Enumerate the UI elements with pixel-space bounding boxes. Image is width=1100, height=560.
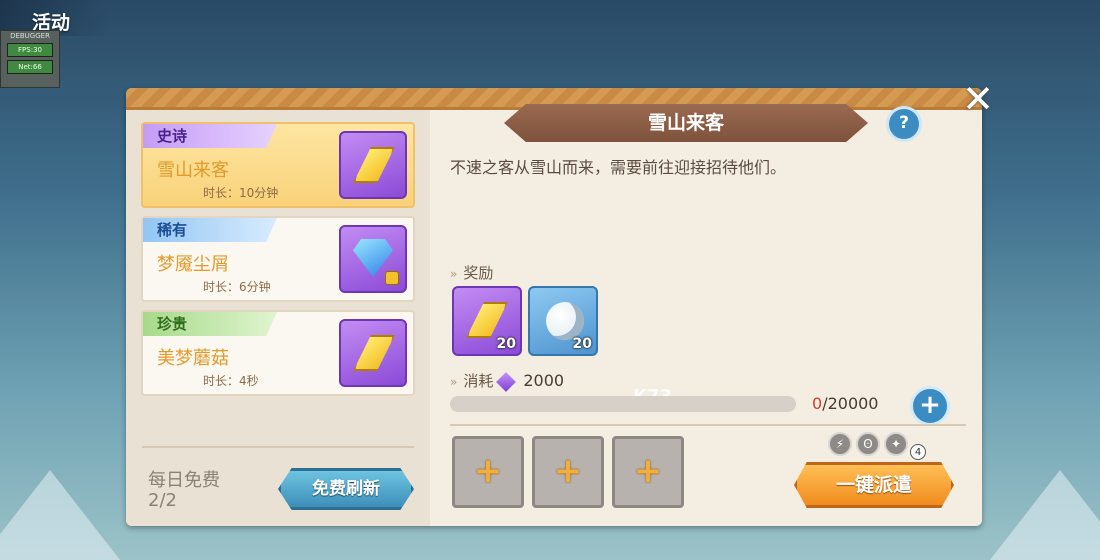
daily-free-count: 2/2 <box>148 490 177 511</box>
debugger-title: DEBUGGER <box>10 32 50 40</box>
dispatch-panel: 史诗 雪山来客 时长：10分钟 稀有 梦魇尘屑 时长：6分钟 珍贵 美梦蘑菇 时… <box>126 88 982 526</box>
quest-item-selected[interactable]: 史诗 雪山来客 时长：10分钟 <box>141 122 415 208</box>
lock-icon <box>385 271 399 285</box>
progress-text: 0/20000 <box>812 394 878 413</box>
water-drop-icon: ʘ <box>856 432 880 456</box>
background-mountain <box>990 470 1100 560</box>
cost-value: 2000 <box>523 371 565 390</box>
requirement-count-badge: 4 <box>910 444 926 460</box>
shuriken-icon: ✦ <box>884 432 908 456</box>
quest-description: 不速之客从雪山而来，需要前往迎接招待他们。 <box>450 158 787 177</box>
quest-list: 史诗 雪山来客 时长：10分钟 稀有 梦魇尘屑 时长：6分钟 珍贵 美梦蘑菇 时… <box>126 110 430 526</box>
quest-duration: 时长：4秒 <box>203 374 259 388</box>
dispatch-slot[interactable]: + <box>452 436 524 508</box>
add-resource-button[interactable]: + <box>910 386 950 426</box>
quest-duration: 时长：6分钟 <box>203 280 271 294</box>
rarity-tag: 珍贵 <box>143 312 277 336</box>
quest-name: 雪山来客 <box>157 160 229 181</box>
close-button[interactable]: ✕ <box>958 80 998 120</box>
quest-item[interactable]: 稀有 梦魇尘屑 时长：6分钟 <box>141 216 415 302</box>
cost-progress-bar <box>450 396 796 412</box>
net-readout: Net:66 <box>7 60 53 74</box>
free-refresh-button[interactable]: 免费刷新 <box>278 468 414 510</box>
reward-count: 20 <box>572 336 592 352</box>
yellow-crystal-icon <box>353 147 395 183</box>
one-click-dispatch-button[interactable]: 一键派遣 <box>794 462 954 508</box>
quest-reward-icon <box>339 319 407 387</box>
yellow-crystal-icon <box>466 302 508 338</box>
rarity-tag: 稀有 <box>143 218 277 242</box>
fps-readout: FPS:30 <box>7 43 53 57</box>
requirement-icons: ⚡ ʘ ✦ 4 <box>828 432 926 460</box>
reward-label: 奖励 <box>463 264 494 282</box>
progress-max: /20000 <box>822 394 879 413</box>
plus-icon: + <box>633 451 663 491</box>
divider <box>142 446 414 448</box>
lightning-icon: ⚡ <box>828 432 852 456</box>
plus-icon: + <box>553 451 583 491</box>
quest-item[interactable]: 珍贵 美梦蘑菇 时长：4秒 <box>141 310 415 396</box>
divider <box>450 424 966 426</box>
quest-reward-icon <box>339 131 407 199</box>
quest-duration: 时长：10分钟 <box>203 186 279 200</box>
yellow-crystal-icon <box>353 335 395 371</box>
reward-count: 20 <box>496 336 516 352</box>
reward-item[interactable]: 20 <box>452 286 522 356</box>
quest-reward-icon <box>339 225 407 293</box>
plus-icon: + <box>473 451 503 491</box>
quest-title-banner: 雪山来客 <box>504 104 868 142</box>
debugger-panel: DEBUGGER FPS:30 Net:66 <box>0 30 60 88</box>
moon-coin-icon <box>546 302 584 340</box>
reward-item[interactable]: 20 <box>528 286 598 356</box>
purple-gem-icon <box>496 371 517 392</box>
help-button[interactable]: ? <box>886 106 922 142</box>
progress-current: 0 <box>812 394 823 413</box>
cost-label: 消耗 <box>463 372 494 390</box>
chevron-right-icon: » <box>450 267 458 281</box>
chevron-right-icon: » <box>450 375 458 389</box>
daily-free-label: 每日免费 <box>148 470 220 491</box>
rarity-tag: 史诗 <box>143 124 277 148</box>
dispatch-slot[interactable]: + <box>612 436 684 508</box>
quest-name: 梦魇尘屑 <box>157 254 229 275</box>
quest-name: 美梦蘑菇 <box>157 348 229 369</box>
reward-section-label: » 奖励 <box>450 262 493 283</box>
cost-row: » 消耗 2000 <box>450 370 565 392</box>
dispatch-slot[interactable]: + <box>532 436 604 508</box>
background-mountain <box>0 470 120 560</box>
